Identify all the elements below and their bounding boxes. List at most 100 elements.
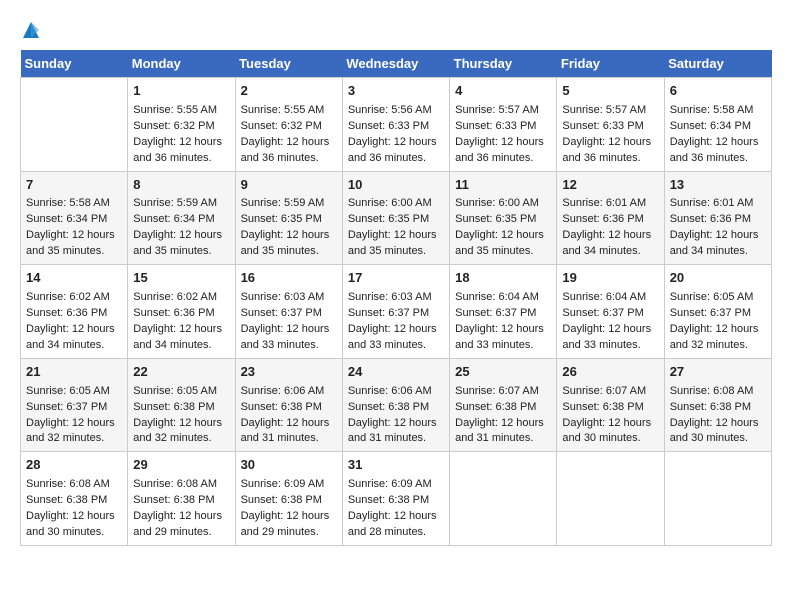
sunset-text: Sunset: 6:34 PM	[670, 120, 751, 132]
sunset-text: Sunset: 6:37 PM	[562, 307, 643, 319]
calendar-cell: 1 Sunrise: 5:55 AM Sunset: 6:32 PM Daylight…	[128, 78, 235, 172]
sunset-text: Sunset: 6:34 PM	[26, 213, 107, 225]
daylight-text: Daylight: 12 hours and 36 minutes.	[241, 136, 330, 164]
sunrise-text: Sunrise: 6:08 AM	[26, 478, 110, 490]
daylight-text: Daylight: 12 hours and 33 minutes.	[455, 323, 544, 351]
sunset-text: Sunset: 6:37 PM	[26, 401, 107, 413]
sunset-text: Sunset: 6:38 PM	[133, 494, 214, 506]
calendar-cell: 26Sunrise: 6:07 AMSunset: 6:38 PMDayligh…	[557, 358, 664, 452]
calendar-cell: 20Sunrise: 6:05 AMSunset: 6:37 PMDayligh…	[664, 265, 771, 359]
day-number: 8	[133, 176, 229, 195]
sunrise-text: Sunrise: 6:05 AM	[26, 385, 110, 397]
calendar-cell: 14Sunrise: 6:02 AMSunset: 6:36 PMDayligh…	[21, 265, 128, 359]
daylight-text: Daylight: 12 hours and 31 minutes.	[455, 417, 544, 445]
daylight-text: Daylight: 12 hours and 32 minutes.	[26, 417, 115, 445]
sunrise-text: Sunrise: 5:55 AM	[133, 104, 217, 116]
day-number: 15	[133, 269, 229, 288]
sunrise-text: Sunrise: 6:06 AM	[348, 385, 432, 397]
sunset-text: Sunset: 6:38 PM	[133, 401, 214, 413]
sunrise-text: Sunrise: 6:07 AM	[562, 385, 646, 397]
calendar-cell: 4Sunrise: 5:57 AMSunset: 6:33 PMDaylight…	[450, 78, 557, 172]
calendar-cell: 7Sunrise: 5:58 AMSunset: 6:34 PMDaylight…	[21, 171, 128, 265]
daylight-text: Daylight: 12 hours and 34 minutes.	[562, 229, 651, 257]
calendar-cell: 6Sunrise: 5:58 AMSunset: 6:34 PMDaylight…	[664, 78, 771, 172]
col-header-sunday: Sunday	[21, 50, 128, 78]
sunrise-text: Sunrise: 5:57 AM	[455, 104, 539, 116]
daylight-text: Daylight: 12 hours and 35 minutes.	[133, 229, 222, 257]
calendar-cell: 16Sunrise: 6:03 AMSunset: 6:37 PMDayligh…	[235, 265, 342, 359]
day-number: 19	[562, 269, 658, 288]
day-number: 11	[455, 176, 551, 195]
sunset-text: Sunset: 6:38 PM	[241, 401, 322, 413]
calendar-cell: 9Sunrise: 5:59 AMSunset: 6:35 PMDaylight…	[235, 171, 342, 265]
sunset-text: Sunset: 6:38 PM	[348, 401, 429, 413]
sunset-text: Sunset: 6:38 PM	[562, 401, 643, 413]
calendar-cell: 22Sunrise: 6:05 AMSunset: 6:38 PMDayligh…	[128, 358, 235, 452]
sunrise-text: Sunrise: 6:01 AM	[562, 197, 646, 209]
sunrise-text: Sunrise: 6:03 AM	[241, 291, 325, 303]
sunset-text: Sunset: 6:32 PM	[133, 120, 214, 132]
sunset-text: Sunset: 6:32 PM	[241, 120, 322, 132]
sunrise-text: Sunrise: 6:05 AM	[670, 291, 754, 303]
day-number: 24	[348, 363, 444, 382]
sunrise-text: Sunrise: 5:57 AM	[562, 104, 646, 116]
calendar-cell: 13Sunrise: 6:01 AMSunset: 6:36 PMDayligh…	[664, 171, 771, 265]
calendar-cell: 21Sunrise: 6:05 AMSunset: 6:37 PMDayligh…	[21, 358, 128, 452]
day-number: 30	[241, 456, 337, 475]
day-number: 12	[562, 176, 658, 195]
col-header-monday: Monday	[128, 50, 235, 78]
page-header	[20, 20, 772, 40]
col-header-tuesday: Tuesday	[235, 50, 342, 78]
daylight-text: Daylight: 12 hours and 36 minutes.	[455, 136, 544, 164]
day-number: 4	[455, 82, 551, 101]
week-row-4: 21Sunrise: 6:05 AMSunset: 6:37 PMDayligh…	[21, 358, 772, 452]
daylight-text: Daylight: 12 hours and 33 minutes.	[348, 323, 437, 351]
week-row-1: 1 Sunrise: 5:55 AM Sunset: 6:32 PM Daylight…	[21, 78, 772, 172]
daylight-text: Daylight: 12 hours and 32 minutes.	[670, 323, 759, 351]
calendar-cell: 31Sunrise: 6:09 AMSunset: 6:38 PMDayligh…	[342, 452, 449, 546]
sunrise-text: Sunrise: 6:05 AM	[133, 385, 217, 397]
daylight-text: Daylight: 12 hours and 36 minutes.	[670, 136, 759, 164]
daylight-text: Daylight: 12 hours and 36 minutes.	[133, 136, 222, 164]
daylight-text: Daylight: 12 hours and 34 minutes.	[670, 229, 759, 257]
day-number: 13	[670, 176, 766, 195]
week-row-3: 14Sunrise: 6:02 AMSunset: 6:36 PMDayligh…	[21, 265, 772, 359]
daylight-text: Daylight: 12 hours and 29 minutes.	[241, 510, 330, 538]
sunrise-text: Sunrise: 6:09 AM	[241, 478, 325, 490]
daylight-text: Daylight: 12 hours and 36 minutes.	[348, 136, 437, 164]
daylight-text: Daylight: 12 hours and 30 minutes.	[562, 417, 651, 445]
day-number: 25	[455, 363, 551, 382]
sunrise-text: Sunrise: 6:06 AM	[241, 385, 325, 397]
sunset-text: Sunset: 6:37 PM	[670, 307, 751, 319]
sunrise-text: Sunrise: 6:07 AM	[455, 385, 539, 397]
week-row-5: 28Sunrise: 6:08 AMSunset: 6:38 PMDayligh…	[21, 452, 772, 546]
calendar-cell: 27Sunrise: 6:08 AMSunset: 6:38 PMDayligh…	[664, 358, 771, 452]
day-number: 9	[241, 176, 337, 195]
col-header-wednesday: Wednesday	[342, 50, 449, 78]
col-header-thursday: Thursday	[450, 50, 557, 78]
header-row: SundayMondayTuesdayWednesdayThursdayFrid…	[21, 50, 772, 78]
daylight-text: Daylight: 12 hours and 28 minutes.	[348, 510, 437, 538]
calendar-cell: 18Sunrise: 6:04 AMSunset: 6:37 PMDayligh…	[450, 265, 557, 359]
sunrise-text: Sunrise: 6:02 AM	[26, 291, 110, 303]
calendar-cell: 10Sunrise: 6:00 AMSunset: 6:35 PMDayligh…	[342, 171, 449, 265]
calendar-table: SundayMondayTuesdayWednesdayThursdayFrid…	[20, 50, 772, 546]
day-number: 1	[133, 82, 229, 101]
logo	[20, 20, 42, 40]
calendar-cell: 8Sunrise: 5:59 AMSunset: 6:34 PMDaylight…	[128, 171, 235, 265]
sunset-text: Sunset: 6:33 PM	[348, 120, 429, 132]
sunset-text: Sunset: 6:38 PM	[455, 401, 536, 413]
calendar-cell: 29Sunrise: 6:08 AMSunset: 6:38 PMDayligh…	[128, 452, 235, 546]
daylight-text: Daylight: 12 hours and 31 minutes.	[348, 417, 437, 445]
col-header-friday: Friday	[557, 50, 664, 78]
daylight-text: Daylight: 12 hours and 34 minutes.	[133, 323, 222, 351]
sunrise-text: Sunrise: 5:55 AM	[241, 104, 325, 116]
day-number: 6	[670, 82, 766, 101]
sunrise-text: Sunrise: 6:02 AM	[133, 291, 217, 303]
sunrise-text: Sunrise: 5:56 AM	[348, 104, 432, 116]
calendar-cell: 12Sunrise: 6:01 AMSunset: 6:36 PMDayligh…	[557, 171, 664, 265]
calendar-cell	[557, 452, 664, 546]
daylight-text: Daylight: 12 hours and 30 minutes.	[26, 510, 115, 538]
sunset-text: Sunset: 6:37 PM	[241, 307, 322, 319]
daylight-text: Daylight: 12 hours and 32 minutes.	[133, 417, 222, 445]
